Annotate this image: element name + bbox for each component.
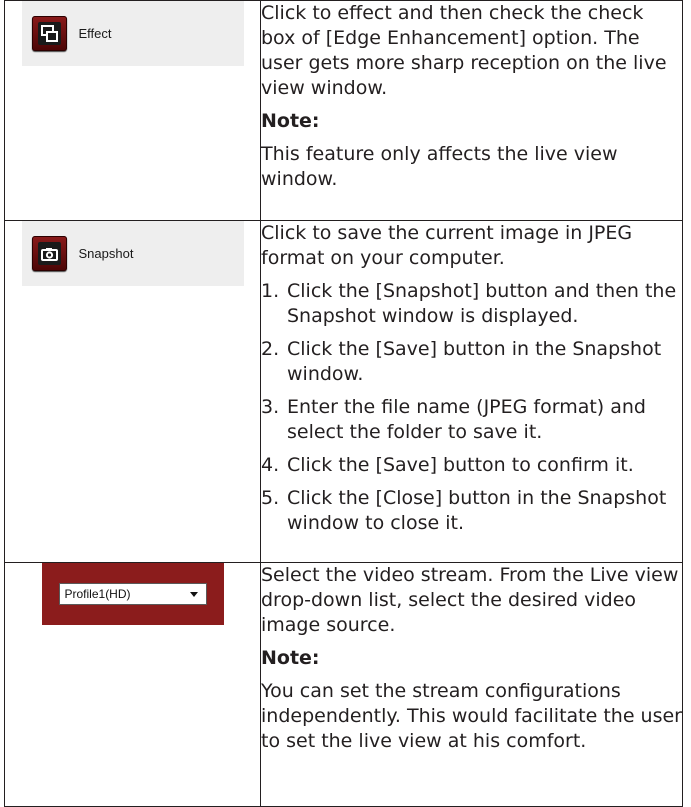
- snapshot-label: Snapshot: [78, 246, 134, 261]
- effect-icon: [37, 22, 61, 45]
- effect-description: Click to effect and then check the check…: [261, 2, 667, 99]
- note-heading: Note:: [261, 647, 320, 669]
- table-row-snapshot: Snapshot Click to save the current image…: [4, 220, 683, 563]
- note-text: You can set the stream configurations in…: [261, 680, 682, 752]
- list-item: 2. Click the [Save] button in the Snapsho…: [261, 338, 662, 385]
- snapshot-button[interactable]: [31, 236, 67, 271]
- camera-icon: [37, 242, 61, 265]
- snapshot-control-panel: Snapshot: [21, 221, 244, 286]
- effect-button[interactable]: [31, 16, 67, 51]
- chevron-down-icon: [189, 591, 198, 597]
- control-cell: Profile1(HD): [4, 562, 261, 807]
- dropdown-selected-value: Profile1(HD): [64, 587, 131, 601]
- list-item: 3. Enter the file name (JPEG format) and …: [261, 396, 646, 443]
- effect-label: Effect: [78, 26, 112, 41]
- note-text: This feature only affects the live view …: [261, 143, 618, 190]
- control-cell: Snapshot: [4, 220, 261, 563]
- live-view-stream-dropdown[interactable]: Profile1(HD): [58, 583, 207, 605]
- snapshot-steps: 1. Click the [Snapshot] button and then t…: [261, 279, 682, 536]
- list-item: 4. Click the [Save] button to confirm it.: [261, 454, 634, 476]
- description-cell: Click to save the current image in JPEG …: [260, 220, 683, 563]
- table-row-effect: Effect Click to effect and then check th…: [4, 0, 683, 221]
- control-cell: Effect: [4, 0, 261, 221]
- table-row-profile: Profile1(HD) Select the video stream. Fr…: [4, 562, 683, 807]
- description-cell: Click to effect and then check the check…: [260, 0, 683, 221]
- snapshot-description: Click to save the current image in JPEG …: [261, 222, 633, 269]
- profile-description: Select the video stream. From the Live v…: [261, 564, 679, 636]
- feature-table: Effect Click to effect and then check th…: [4, 0, 683, 807]
- live-view-toolbar: Profile1(HD): [41, 563, 224, 625]
- description-cell: Select the video stream. From the Live v…: [260, 562, 683, 807]
- list-item: 1. Click the [Snapshot] button and then t…: [261, 280, 677, 327]
- note-heading: Note:: [261, 110, 320, 132]
- effect-control-panel: Effect: [21, 1, 244, 66]
- list-item: 5. Click the [Close] button in the Snapsh…: [261, 487, 667, 534]
